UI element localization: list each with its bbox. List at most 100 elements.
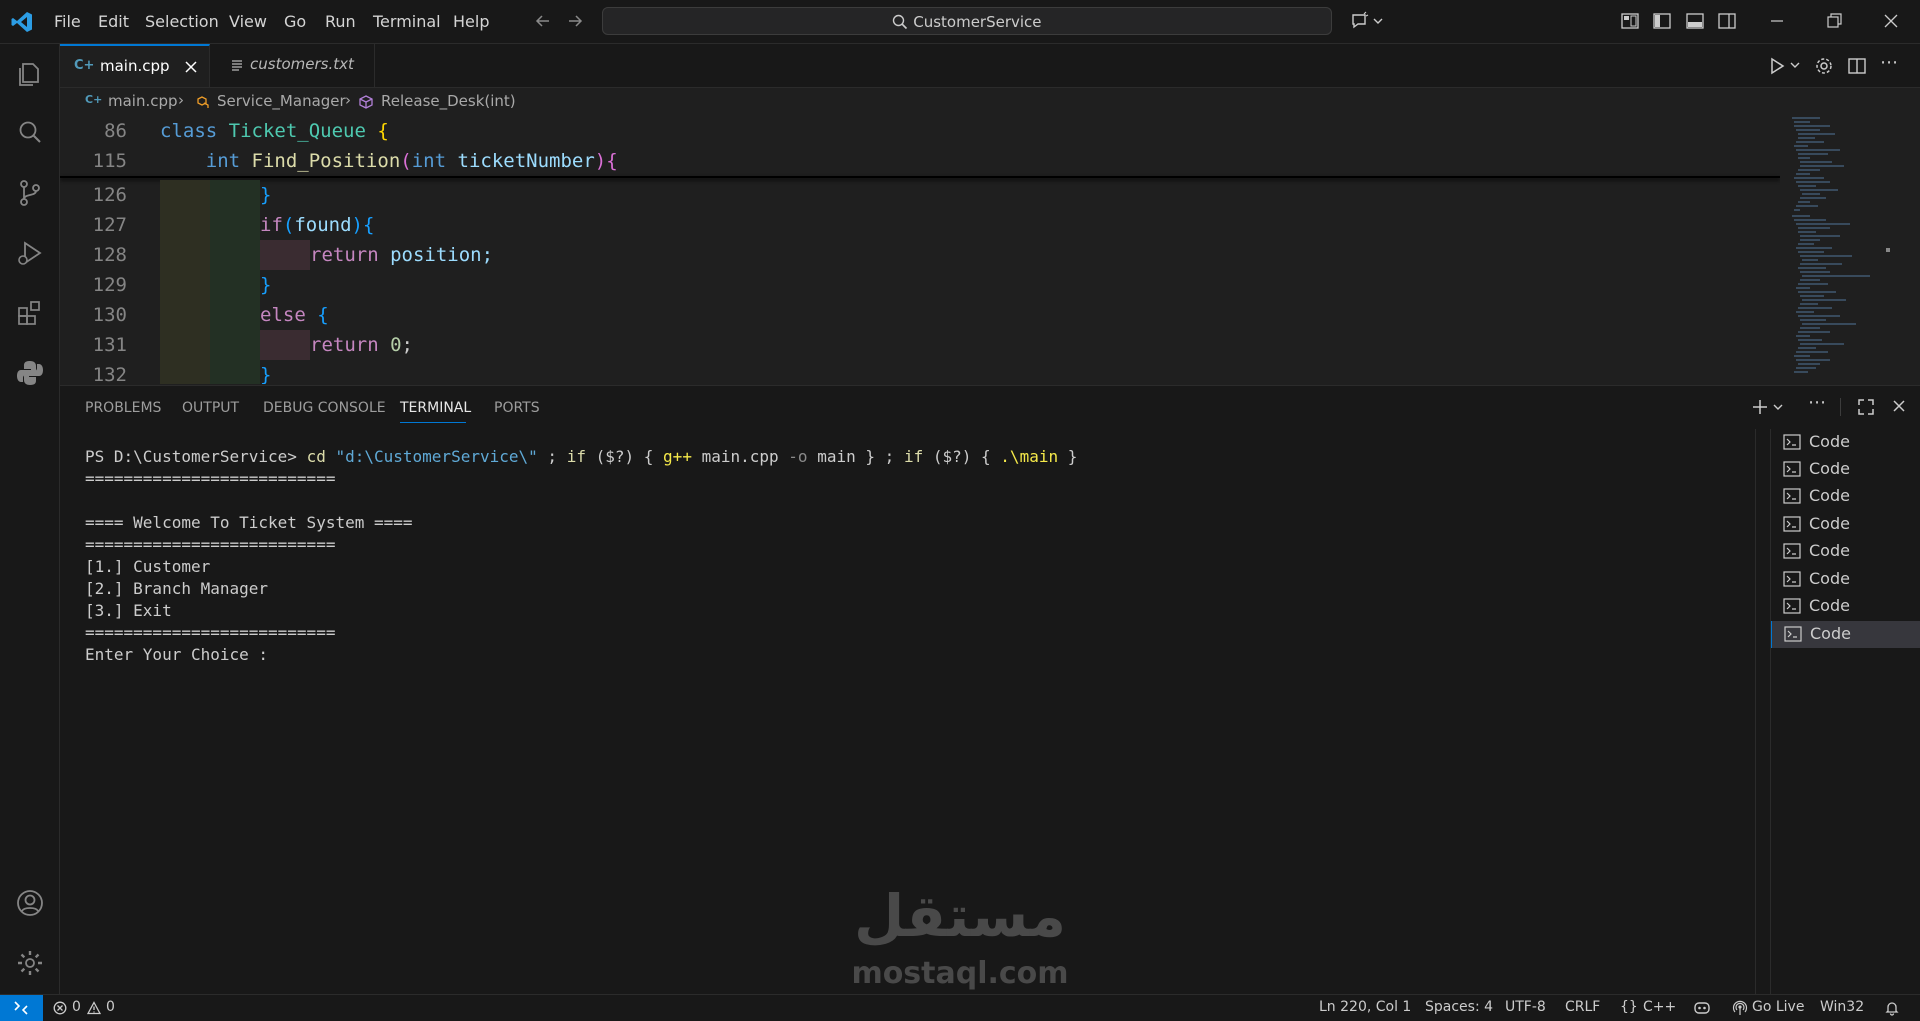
source-control-icon[interactable] <box>14 177 46 209</box>
end-of-line[interactable]: CRLF <box>1565 999 1600 1015</box>
restore-icon[interactable] <box>1824 11 1844 31</box>
terminal-scrollbar-track[interactable] <box>1755 429 1756 995</box>
terminal-output[interactable]: PS D:\CustomerService> cd "d:\CustomerSe… <box>85 446 1077 666</box>
tab-debug-console[interactable]: DEBUG CONSOLE <box>263 400 386 416</box>
watermark-arabic: مستقل <box>853 882 1067 950</box>
code-line[interactable]: 129 } <box>60 270 1780 300</box>
language-mode[interactable]: C++ <box>1643 999 1676 1015</box>
code-line[interactable]: 131 return 0; <box>60 330 1780 360</box>
warning-count[interactable]: 0 <box>106 999 115 1015</box>
line-number: 127 <box>92 214 127 236</box>
minimize-icon[interactable] <box>1767 11 1787 31</box>
terminal-line: ========================== <box>85 535 336 554</box>
split-editor-icon[interactable] <box>1847 56 1867 76</box>
terminal-icon <box>1783 461 1801 477</box>
chevron-down-icon[interactable] <box>1789 59 1801 71</box>
sticky-scroll-shadow <box>60 176 1780 178</box>
back-arrow-icon[interactable] <box>533 11 553 31</box>
terminal-list-item[interactable]: Code <box>1771 593 1920 620</box>
platform[interactable]: Win32 <box>1820 999 1864 1015</box>
close-tab-icon[interactable] <box>184 60 198 74</box>
breadcrumb-class[interactable]: Service_Manager <box>217 92 346 110</box>
code-line[interactable]: 128 return position; <box>60 240 1780 270</box>
tab-problems[interactable]: PROBLEMS <box>85 400 161 416</box>
more-actions-icon[interactable]: ⋯ <box>1808 392 1826 413</box>
terminal-list-item[interactable]: Code <box>1771 456 1920 483</box>
command-center-search[interactable]: CustomerService <box>602 7 1332 35</box>
remote-indicator[interactable] <box>0 995 43 1021</box>
divider <box>1840 398 1841 416</box>
terminal-list-item[interactable]: Code <box>1771 511 1920 538</box>
accounts-icon[interactable] <box>14 887 46 919</box>
code-text: } <box>260 184 272 206</box>
code-line[interactable]: 126 } <box>60 180 1780 210</box>
menu-run[interactable]: Run <box>325 12 356 31</box>
terminal-list-item[interactable]: Code <box>1771 566 1920 593</box>
settings-gear-icon[interactable] <box>1814 56 1834 76</box>
minimap[interactable] <box>1780 116 1890 384</box>
notifications-bell-icon[interactable] <box>1884 1000 1900 1016</box>
terminal-line: [3.] Exit <box>85 601 172 620</box>
maximize-panel-icon[interactable] <box>1856 397 1876 417</box>
breadcrumb-method[interactable]: Release_Desk(int) <box>381 92 516 110</box>
active-tab-underline <box>400 422 466 423</box>
terminal-list-item[interactable]: Code <box>1771 538 1920 565</box>
code-editor[interactable]: 86 class Ticket_Queue { 115 int Find_Pos… <box>60 116 1780 384</box>
tab-output[interactable]: OUTPUT <box>182 400 239 416</box>
encoding[interactable]: UTF-8 <box>1505 999 1546 1015</box>
sticky-line[interactable]: 86 class Ticket_Queue { <box>60 116 1780 146</box>
indentation[interactable]: Spaces: 4 <box>1425 999 1493 1015</box>
code-line[interactable]: 127 if(found){ <box>60 210 1780 240</box>
chevron-down-icon[interactable] <box>1772 401 1784 413</box>
close-window-icon[interactable] <box>1881 11 1901 31</box>
line-number: 132 <box>92 364 127 384</box>
menu-help[interactable]: Help <box>453 12 489 31</box>
terminal-list-item[interactable]: Code <box>1771 429 1920 456</box>
breadcrumb-file[interactable]: main.cpp <box>108 92 178 110</box>
toggle-secondary-sidebar-icon[interactable] <box>1717 11 1737 31</box>
warning-icon <box>87 1001 101 1015</box>
extensions-icon[interactable] <box>14 297 46 329</box>
tab-label: customers.txt <box>250 55 354 73</box>
manage-gear-icon[interactable] <box>14 947 46 979</box>
error-count[interactable]: 0 <box>72 999 81 1015</box>
editor-tab-bar: C+ main.cpp customers.txt ⋯ <box>60 44 1920 88</box>
menu-terminal[interactable]: Terminal <box>373 12 441 31</box>
customize-layout-icon[interactable] <box>1620 11 1640 31</box>
search-view-icon[interactable] <box>14 117 46 149</box>
menu-file[interactable]: File <box>54 12 81 31</box>
tab-main-cpp[interactable]: C+ main.cpp <box>60 44 210 87</box>
tab-customers-txt[interactable]: customers.txt <box>210 44 375 87</box>
sticky-line[interactable]: 115 int Find_Position(int ticketNumber){ <box>60 146 1780 176</box>
explorer-icon[interactable] <box>14 58 46 90</box>
new-terminal-plus-icon[interactable] <box>1750 397 1770 417</box>
code-text: class Ticket_Queue { <box>160 120 389 142</box>
tab-terminal[interactable]: TERMINAL <box>400 400 471 416</box>
menu-selection[interactable]: Selection <box>145 12 219 31</box>
copilot-icon[interactable] <box>1693 1000 1711 1016</box>
method-symbol-icon <box>359 95 373 109</box>
menu-go[interactable]: Go <box>284 12 306 31</box>
forward-arrow-icon[interactable] <box>565 11 585 31</box>
terminal-line: [1.] Customer <box>85 557 211 576</box>
terminal-icon <box>1783 598 1801 614</box>
code-line[interactable]: 132 } <box>60 360 1780 384</box>
toggle-primary-sidebar-icon[interactable] <box>1652 11 1672 31</box>
code-text: } <box>260 364 272 384</box>
menu-view[interactable]: View <box>229 12 267 31</box>
cursor-position[interactable]: Ln 220, Col 1 <box>1319 999 1411 1015</box>
vscode-logo-icon[interactable] <box>10 10 34 34</box>
code-line[interactable]: 130 else { <box>60 300 1780 330</box>
terminal-list-item[interactable]: Code <box>1771 483 1920 510</box>
tab-ports[interactable]: PORTS <box>494 400 540 416</box>
more-actions-icon[interactable]: ⋯ <box>1880 52 1898 73</box>
run-file-icon[interactable] <box>1767 56 1787 76</box>
copilot-chat-icon[interactable] <box>1350 11 1386 31</box>
run-debug-icon[interactable] <box>14 237 46 269</box>
close-panel-icon[interactable] <box>1891 398 1907 414</box>
terminal-list-item-active[interactable]: Code <box>1771 621 1920 648</box>
menu-edit[interactable]: Edit <box>98 12 129 31</box>
python-icon[interactable] <box>14 357 46 389</box>
toggle-panel-icon[interactable] <box>1685 11 1705 31</box>
go-live-button[interactable]: Go Live <box>1752 999 1804 1015</box>
